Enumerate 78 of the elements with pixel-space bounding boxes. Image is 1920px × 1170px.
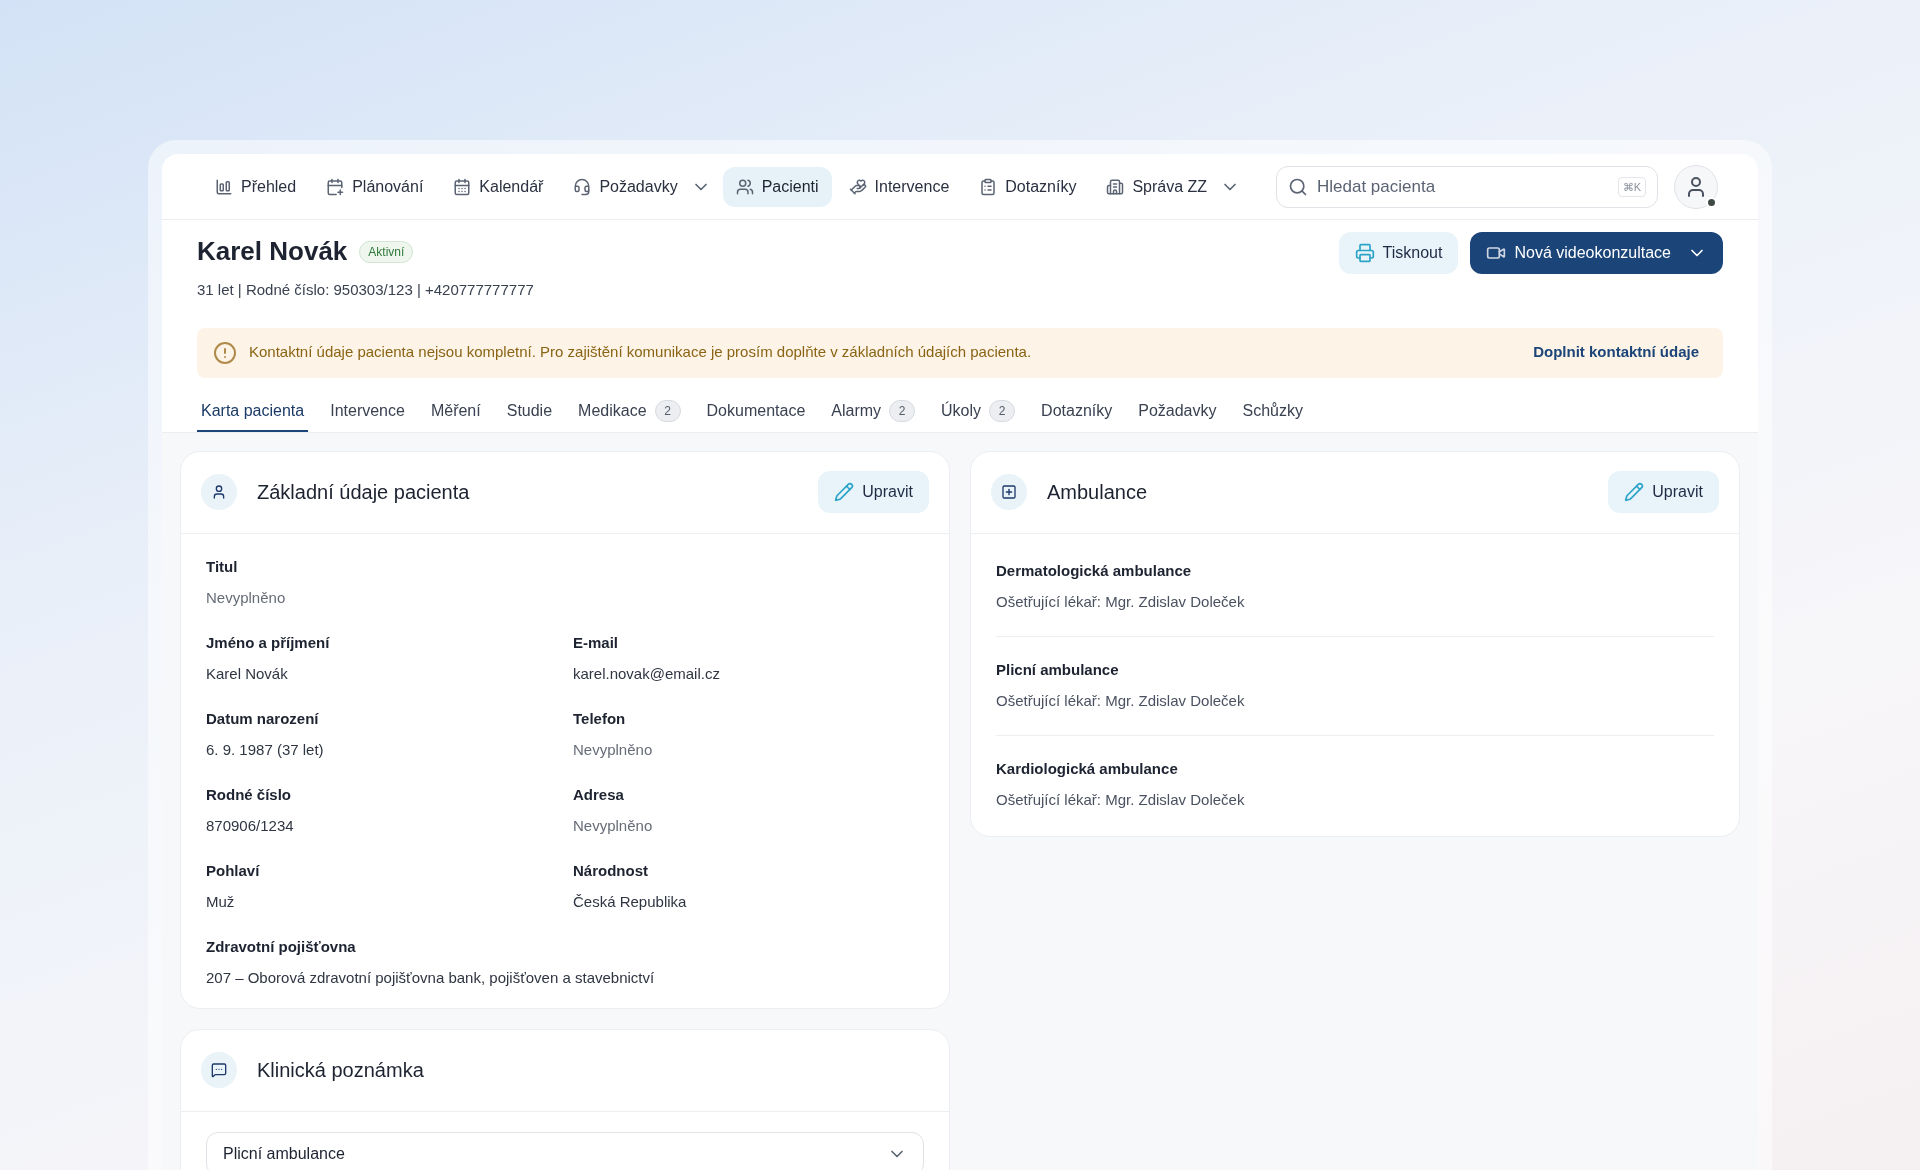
field-value: Česká Republika xyxy=(573,892,688,912)
user-icon xyxy=(201,474,237,510)
field-label: Adresa xyxy=(573,784,625,805)
warning-message: Kontaktní údaje pacienta nejsou kompletní. Pro zajištění komunikace je prosím doplňte v základních údajích pacienta. xyxy=(249,342,1033,363)
field-label: Telefon xyxy=(573,708,627,729)
count-badge: 2 xyxy=(654,399,681,422)
field-value: Nevyplněno xyxy=(573,740,654,760)
field-label: Jméno a příjmení xyxy=(206,632,331,653)
alert-icon xyxy=(213,340,237,365)
user-avatar[interactable] xyxy=(1674,164,1718,209)
nav-item[interactable]: Dotazníky xyxy=(966,166,1090,207)
field-value: Muž xyxy=(206,892,236,912)
card-title: Základní údaje pacienta xyxy=(257,480,470,505)
pencil-icon xyxy=(1624,482,1645,502)
tab[interactable]: Intervence xyxy=(326,391,409,432)
doctor-name: Ošetřující lékař: Mgr. Zdislav Doleček xyxy=(996,691,1246,711)
card-title: Klinická poznámka xyxy=(257,1058,424,1083)
field-value: Nevyplněno xyxy=(573,816,654,836)
field-label: Pohlaví xyxy=(206,860,261,881)
nav-item[interactable]: Intervence xyxy=(835,166,963,207)
field-value: Karel Novák xyxy=(206,664,289,684)
field-value: 207 – Oborová zdravotní pojišťovna bank, pojišťoven a stavebnictví xyxy=(206,968,656,988)
field-value: 6. 9. 1987 (37 let) xyxy=(206,740,325,760)
tab[interactable]: Dotazníky xyxy=(1037,391,1117,432)
tab[interactable]: Schůzky xyxy=(1238,391,1307,432)
nav-item[interactable]: Pacienti xyxy=(722,166,832,207)
doctor-name: Ošetřující lékař: Mgr. Zdislav Doleček xyxy=(996,592,1246,612)
video-consultation-button[interactable]: Nová videokonzultace xyxy=(1470,232,1723,274)
shortcut-key: ⌘K xyxy=(1617,176,1646,197)
tab[interactable]: Alarmy 2 xyxy=(827,391,920,432)
calendar-icon xyxy=(453,177,472,196)
count-badge: 2 xyxy=(989,399,1016,422)
tab[interactable]: Měření xyxy=(426,391,485,432)
chart-icon xyxy=(215,177,233,196)
hand-heart-icon xyxy=(848,177,867,196)
nav-item[interactable]: Kalendář xyxy=(440,166,557,207)
complete-contact-link[interactable]: Doplnit kontaktní údaje xyxy=(1533,341,1699,364)
nav-item[interactable]: Plánování xyxy=(313,166,437,207)
tab[interactable]: Požadavky xyxy=(1134,391,1221,432)
building-icon xyxy=(1106,177,1125,196)
clipboard-icon xyxy=(979,177,998,196)
tab[interactable]: Medikace 2 xyxy=(574,391,685,432)
field-value: 870906/1234 xyxy=(206,816,295,836)
nav-item[interactable]: Přehled xyxy=(202,166,310,207)
patient-name: Karel Novák xyxy=(197,235,348,268)
calendar-plus-icon xyxy=(326,177,345,196)
edit-button[interactable]: Upravit xyxy=(818,471,929,513)
message-icon xyxy=(201,1052,237,1088)
printer-icon xyxy=(1354,243,1375,263)
nav-item[interactable]: Požadavky xyxy=(560,166,691,207)
tab[interactable]: Studie xyxy=(502,391,557,432)
tab[interactable]: Dokumentace xyxy=(702,391,810,432)
search-icon xyxy=(1288,176,1308,197)
ambulance-name: Dermatologická ambulance xyxy=(996,560,1193,581)
ambulance-name: Kardiologická ambulance xyxy=(996,758,1179,779)
count-badge: 2 xyxy=(889,399,916,422)
field-label: Zdravotní pojišťovna xyxy=(206,936,357,957)
field-value: karel.novak@email.cz xyxy=(573,664,721,684)
medical-cross-icon xyxy=(991,474,1027,510)
card-title: Ambulance xyxy=(1047,480,1148,505)
pencil-icon xyxy=(834,482,855,502)
nav-item[interactable]: Správa ZZ xyxy=(1093,166,1221,207)
field-label: Národnost xyxy=(573,860,649,881)
patient-details: 31 let | Rodné číslo: 950303/123 | +420777777777 xyxy=(197,280,534,300)
users-icon xyxy=(735,177,754,196)
ambulance-name: Plicní ambulance xyxy=(996,659,1120,680)
tab[interactable]: Karta pacienta xyxy=(197,391,309,432)
field-label: Datum narození xyxy=(206,708,320,729)
tab[interactable]: Úkoly 2 xyxy=(937,391,1020,432)
field-label: E-mail xyxy=(573,632,619,653)
print-button[interactable]: Tisknout xyxy=(1338,232,1459,274)
status-badge: Aktivní xyxy=(359,240,414,263)
field-label: Titul xyxy=(206,556,239,577)
headset-icon xyxy=(573,177,592,196)
field-value: Nevyplněno xyxy=(206,588,287,608)
edit-button[interactable]: Upravit xyxy=(1608,471,1719,513)
doctor-name: Ošetřující lékař: Mgr. Zdislav Doleček xyxy=(996,790,1246,810)
field-label: Rodné číslo xyxy=(206,784,292,805)
